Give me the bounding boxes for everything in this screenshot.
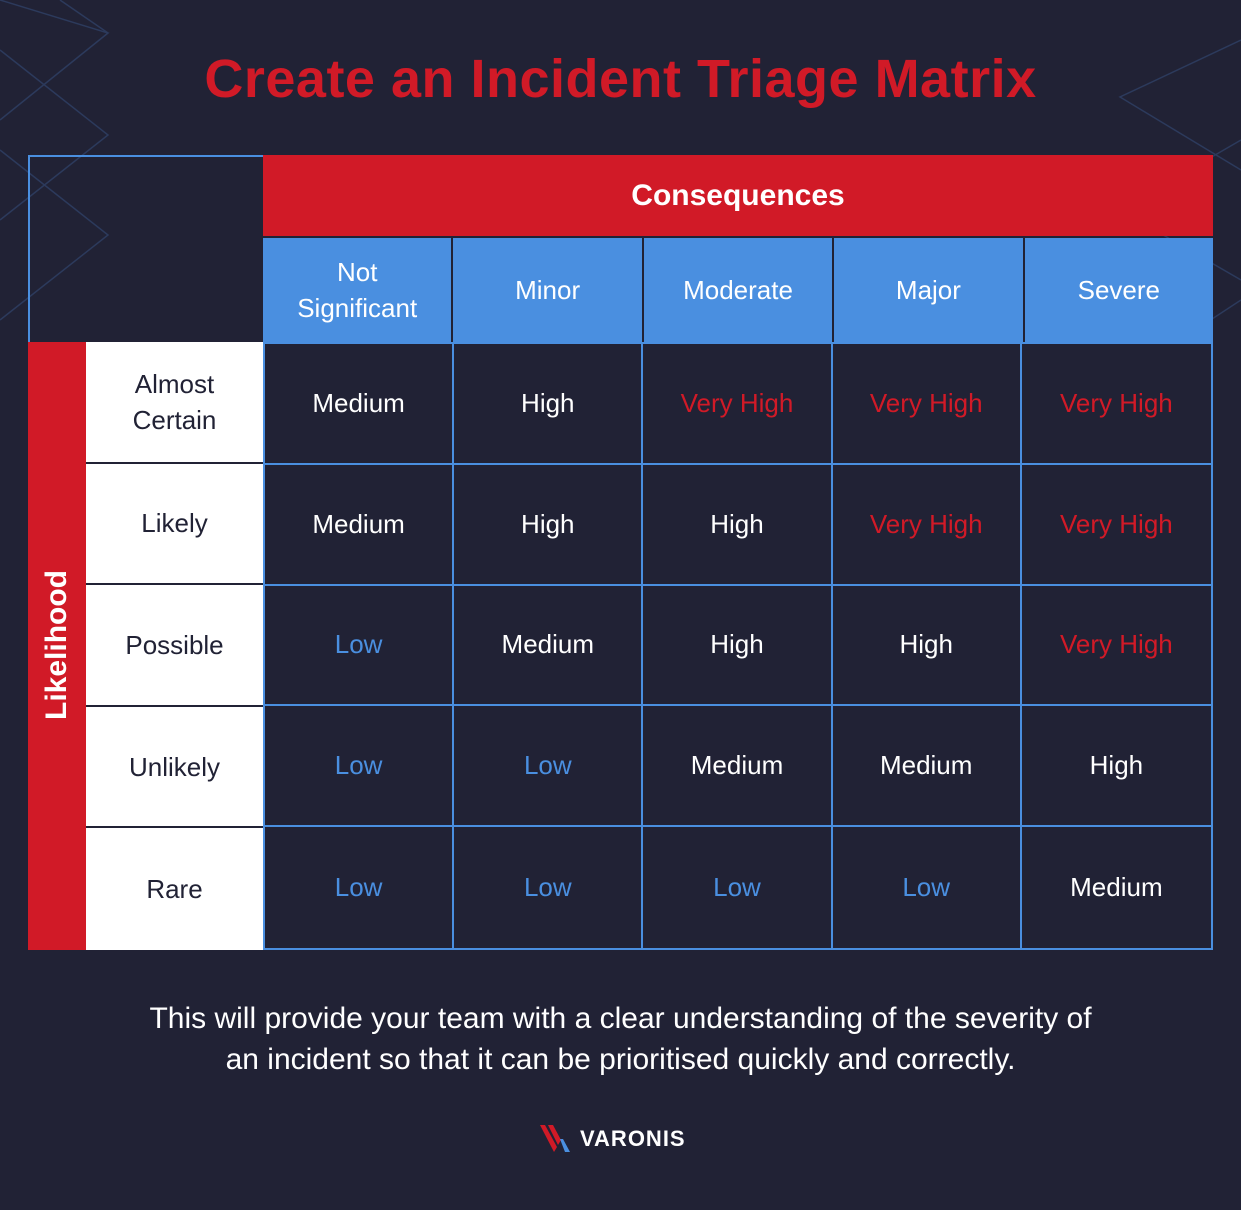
matrix-cell: High (454, 464, 644, 586)
matrix-cell: High (1021, 706, 1211, 828)
matrix-grid: Medium High Very High Very High Very Hig… (263, 342, 1213, 950)
column-header: Not Significant (263, 238, 454, 342)
likelihood-label: Likelihood (40, 570, 73, 720)
page-title: Create an Incident Triage Matrix (204, 49, 1037, 109)
matrix-cell: Very High (1021, 465, 1211, 586)
matrix-cell: High (643, 464, 833, 586)
row-header: Possible (86, 585, 263, 707)
matrix-cell: Low (265, 585, 455, 707)
matrix-cell: Low (265, 706, 455, 828)
column-header: Moderate (643, 238, 835, 342)
matrix-corner (28, 155, 263, 342)
row-header: Rare (146, 874, 203, 905)
matrix-cell: Very High (832, 464, 1022, 586)
row-header: Almost Certain (86, 342, 263, 464)
row-header: Likely (86, 464, 263, 586)
matrix-cell: Very High (832, 344, 1022, 465)
matrix-cell: Medium (832, 706, 1022, 828)
matrix-cell: Low (454, 706, 644, 828)
matrix-cell: Low (454, 827, 644, 948)
varonis-logo: VARONIS (540, 1125, 686, 1153)
consequence-columns: Not Significant Minor Moderate Major Sev… (263, 238, 1214, 342)
matrix-cell: Low (643, 827, 833, 948)
likelihood-rows: Almost Certain Likely Possible Unlikely … (86, 342, 263, 950)
matrix-cell: Low (833, 827, 1022, 948)
matrix-cell: Medium (265, 464, 455, 586)
matrix-cell: Medium (1070, 872, 1163, 903)
matrix-cell: Medium (265, 344, 455, 465)
column-header: Minor (453, 238, 644, 342)
row-header: Unlikely (86, 707, 263, 829)
footer-description: This will provide your team with a clear… (149, 1002, 1092, 1076)
consequences-header: Consequences (263, 155, 1213, 236)
matrix-cell: Low (265, 827, 455, 948)
triage-matrix: Consequences Not Significant Minor Moder… (28, 155, 1214, 950)
logo-text: VARONIS (580, 1126, 686, 1151)
matrix-cell: Very High (643, 344, 833, 465)
matrix-cell: High (454, 344, 644, 465)
matrix-cell: High (832, 585, 1022, 707)
column-header: Severe (1024, 238, 1214, 342)
matrix-cell: Medium (643, 706, 833, 828)
matrix-cell: High (643, 585, 833, 707)
matrix-cell: Very High (1021, 586, 1211, 707)
matrix-cell: Very High (1021, 344, 1211, 465)
column-header: Major (834, 238, 1025, 342)
matrix-cell: Medium (454, 585, 644, 707)
varonis-logo-icon (540, 1125, 570, 1152)
